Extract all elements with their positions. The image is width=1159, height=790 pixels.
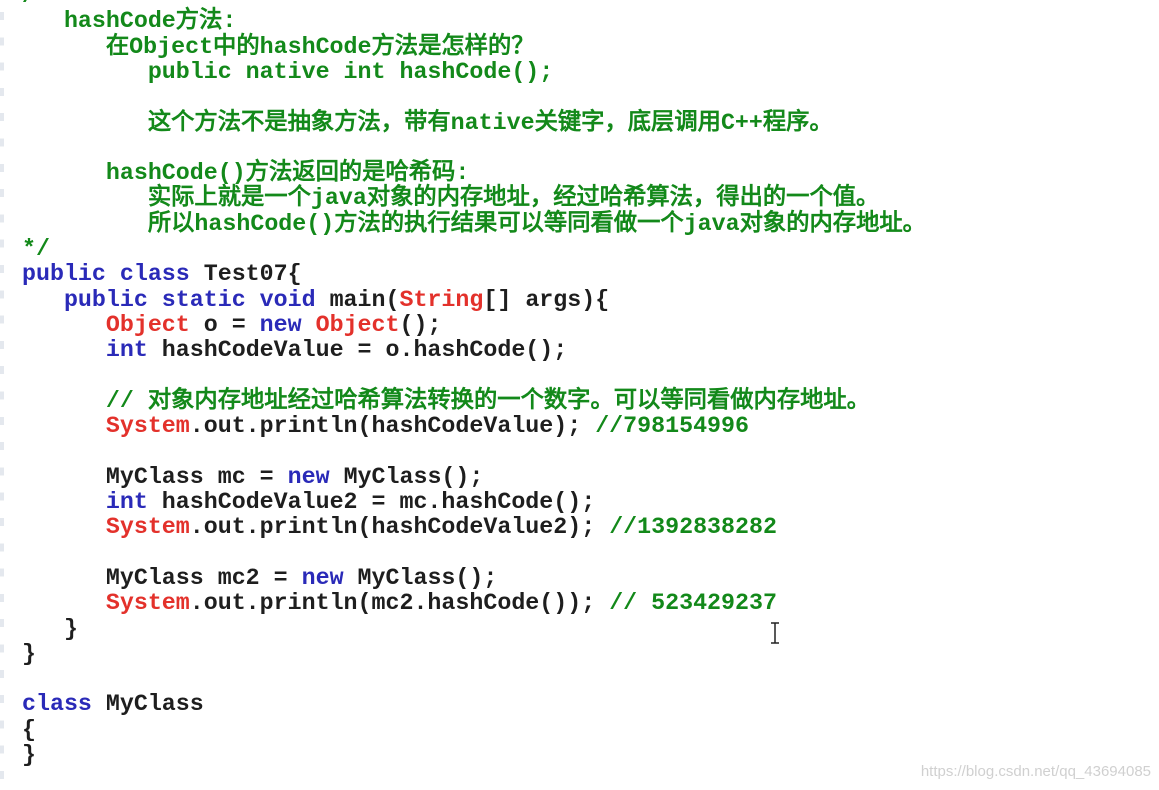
code-line[interactable]: hashCode()方法返回的是哈希码: — [22, 161, 926, 186]
code-line[interactable]: } — [22, 640, 926, 667]
code-token-plain: Test07{ — [189, 261, 302, 288]
code-token-plain: hashCodeValue = o.hashCode(); — [147, 337, 568, 364]
code-token-plain: hashCodeValue2 = mc.hashCode(); — [147, 489, 596, 516]
code-token-keyword: class — [22, 691, 92, 718]
code-token-plain: (); — [399, 311, 442, 338]
code-line[interactable]: System.out.println(hashCodeValue2); //13… — [22, 515, 926, 540]
code-line[interactable]: 这个方法不是抽象方法，带有native关键字，底层调用C++程序。 — [22, 109, 926, 136]
code-token-plain: } — [22, 615, 78, 642]
code-token-plain: { — [22, 716, 36, 743]
code-token-plain: MyClass(); — [343, 564, 498, 591]
code-token-plain: MyClass mc = — [22, 463, 288, 490]
code-token-comment: //798154996 — [595, 413, 749, 440]
code-line[interactable]: MyClass mc = new MyClass(); — [22, 463, 926, 490]
code-line[interactable] — [22, 541, 926, 566]
code-line[interactable]: MyClass mc2 = new MyClass(); — [22, 564, 926, 591]
code-line[interactable] — [22, 364, 926, 389]
code-token-plain: .out.println(hashCodeValue); — [189, 413, 596, 440]
code-token-plain: [] args){ — [483, 286, 610, 313]
code-token-type: System — [22, 413, 190, 440]
code-token-comment: // 对象内存地址经过哈希算法转换的一个数字。可以等同看做内存地址。 — [22, 387, 871, 414]
code-line[interactable]: // 对象内存地址经过哈希算法转换的一个数字。可以等同看做内存地址。 — [22, 387, 926, 414]
code-line[interactable]: 在Object中的hashCode方法是怎样的？ — [22, 33, 926, 60]
code-token-keyword: new — [259, 311, 302, 338]
code-token-plain: o = — [189, 311, 260, 338]
code-token-keyword: int — [22, 489, 148, 516]
code-token-keyword: int — [22, 337, 148, 364]
code-token-plain: .out.println(mc2.hashCode()); — [189, 590, 610, 617]
code-line[interactable]: Object o = new Object(); — [22, 311, 926, 338]
code-line[interactable]: public class Test07{ — [22, 262, 926, 287]
code-token-plain: MyClass — [91, 691, 204, 718]
code-token-type: String — [399, 286, 484, 313]
code-line[interactable]: { — [22, 716, 926, 743]
code-line[interactable]: 实际上就是一个java对象的内存地址，经过哈希算法，得出的一个值。 — [22, 186, 926, 211]
code-line[interactable]: class MyClass — [22, 692, 926, 717]
code-token-comment: public native int hashCode(); — [22, 59, 554, 85]
code-line[interactable] — [22, 667, 926, 692]
code-token-plain: } — [22, 640, 36, 667]
code-token-comment: */ — [22, 236, 50, 263]
code-token-type: System — [22, 590, 190, 617]
code-token-comment: //1392838282 — [609, 514, 777, 541]
code-editor[interactable]: /* hashCode方法: 在Object中的hashCode方法是怎样的？ … — [22, 0, 926, 768]
code-token-comment: 这个方法不是抽象方法，带有native关键字，底层调用C++程序。 — [22, 109, 833, 136]
code-line[interactable]: 所以hashCode()方法的执行结果可以等同看做一个java对象的内存地址。 — [22, 210, 926, 237]
code-line[interactable]: hashCode方法: — [22, 9, 926, 34]
text-cursor-ibeam-icon — [771, 622, 779, 644]
code-token-comment: 实际上就是一个java对象的内存地址，经过哈希算法，得出的一个值。 — [22, 185, 880, 212]
code-token-comment: 所以hashCode()方法的执行结果可以等同看做一个java对象的内存地址。 — [22, 210, 926, 237]
editor-gutter — [0, 0, 4, 790]
code-token-comment: // 523429237 — [609, 590, 777, 617]
code-line[interactable]: } — [22, 615, 926, 642]
code-line[interactable] — [22, 85, 926, 110]
code-line[interactable]: */ — [22, 236, 926, 263]
code-token-comment: hashCode()方法返回的是哈希码: — [22, 160, 470, 187]
code-token-comment: hashCode方法: — [22, 8, 237, 35]
code-token-plain: MyClass mc2 = — [22, 564, 302, 591]
code-token-keyword: new — [287, 463, 330, 490]
code-token-keyword: new — [301, 564, 344, 591]
code-line[interactable]: public static void main(String[] args){ — [22, 286, 926, 313]
code-token-comment: 在Object中的hashCode方法是怎样的？ — [22, 33, 535, 60]
code-line[interactable] — [22, 136, 926, 161]
code-token-type: Object — [22, 311, 190, 338]
code-token-plain: main( — [315, 286, 400, 313]
code-line[interactable]: } — [22, 742, 926, 769]
watermark: https://blog.csdn.net/qq_43694085 — [920, 763, 1151, 780]
code-token-keyword: public class — [22, 261, 190, 288]
code-token-type: Object — [301, 311, 400, 338]
code-line[interactable]: public native int hashCode(); — [22, 59, 926, 85]
code-token-plain: .out.println(hashCodeValue2); — [189, 514, 610, 541]
code-line[interactable]: System.out.println(mc2.hashCode()); // 5… — [22, 591, 926, 616]
code-line[interactable]: int hashCodeValue2 = mc.hashCode(); — [22, 489, 926, 516]
code-token-plain: MyClass(); — [329, 463, 484, 490]
code-line[interactable] — [22, 439, 926, 464]
code-token-plain: } — [22, 742, 36, 769]
code-line[interactable]: int hashCodeValue = o.hashCode(); — [22, 338, 926, 363]
code-line[interactable]: System.out.println(hashCodeValue); //798… — [22, 414, 926, 439]
code-token-keyword: public static void — [22, 286, 316, 313]
code-token-type: System — [22, 514, 190, 541]
